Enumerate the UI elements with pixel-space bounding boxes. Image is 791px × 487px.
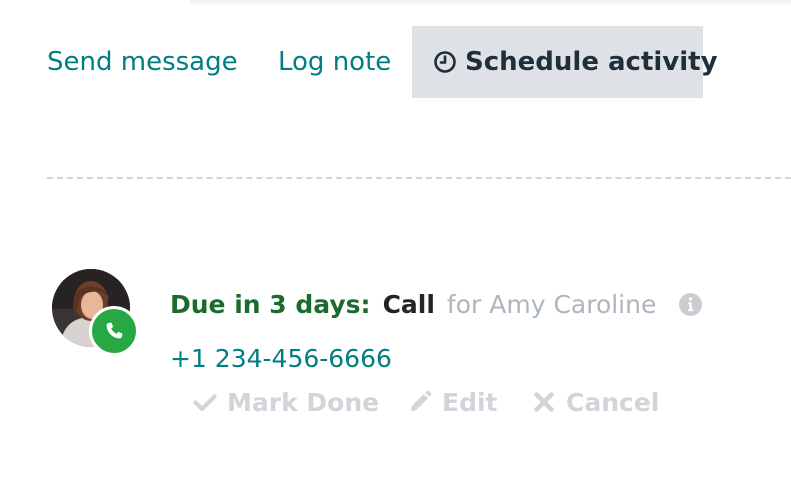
activity-divider <box>47 177 791 179</box>
activity-summary: Due in 3 days: Call for Amy Caroline <box>170 284 703 324</box>
schedule-activity-label: Schedule activity <box>465 47 718 77</box>
info-icon[interactable] <box>678 292 703 317</box>
activity-due: Due in 3 days: <box>170 289 371 319</box>
activity-phone-link[interactable]: +1 234-456-6666 <box>170 340 392 376</box>
schedule-activity-button[interactable]: Schedule activity <box>412 26 718 98</box>
edit-button[interactable]: Edit <box>408 383 498 421</box>
top-shadow <box>190 0 791 6</box>
mark-done-label: Mark Done <box>227 387 380 417</box>
edit-label: Edit <box>442 387 498 417</box>
chatter-panel: Send message Log note Schedule activity <box>0 0 791 487</box>
pencil-icon <box>408 390 432 414</box>
cancel-label: Cancel <box>566 387 660 417</box>
activity-type: Call <box>382 289 435 319</box>
close-icon <box>532 390 556 414</box>
log-note-button[interactable]: Log note <box>278 26 391 98</box>
send-message-button[interactable]: Send message <box>47 26 238 98</box>
clock-icon <box>433 50 457 74</box>
phone-icon <box>103 320 125 342</box>
call-badge <box>89 306 139 356</box>
activity-assignee: for Amy Caroline <box>446 289 657 319</box>
cancel-button[interactable]: Cancel <box>532 383 659 421</box>
mark-done-button[interactable]: Mark Done <box>193 383 379 421</box>
check-icon <box>193 390 217 414</box>
